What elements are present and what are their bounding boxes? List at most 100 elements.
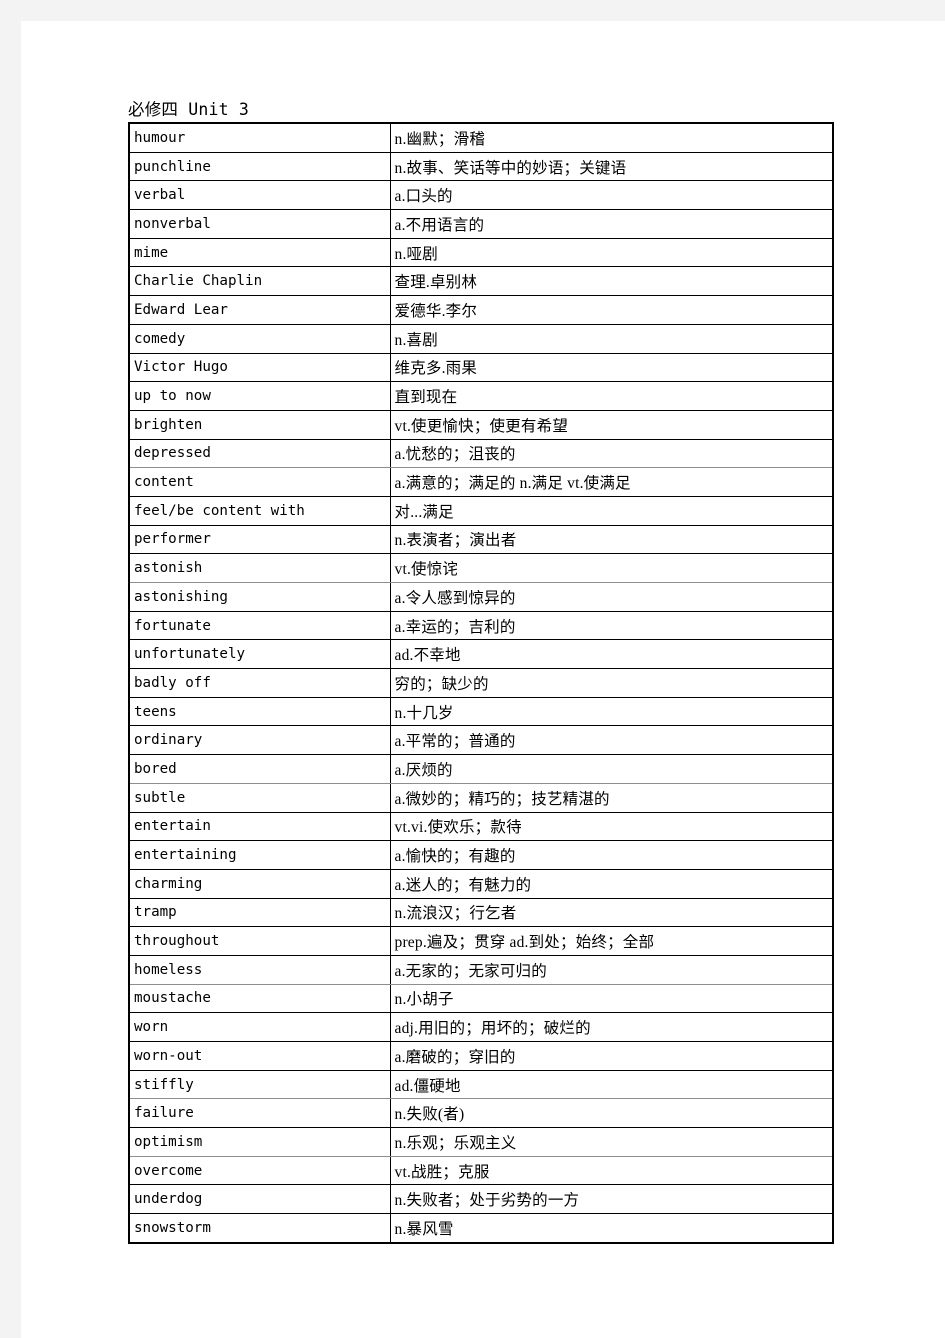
word-cell: stiffly [129, 1070, 391, 1100]
table-row: mime n.哑剧 [129, 238, 833, 268]
table-row: subtle a.微妙的；精巧的；技艺精湛的 [129, 783, 833, 813]
definition-cell: 对...满足 [390, 496, 833, 526]
table-row: verbal a.口头的 [129, 180, 833, 211]
word-cell: moustache [129, 984, 391, 1014]
definition-cell: 爱德华.李尔 [390, 295, 833, 325]
table-row: throughout prep.遍及；贯穿 ad.到处；始终；全部 [129, 926, 833, 956]
table-row: ordinary a.平常的；普通的 [129, 725, 833, 756]
definition-cell: n.流浪汉；行乞者 [390, 898, 833, 928]
table-row: punchline n.故事、笑话等中的妙语；关键语 [129, 152, 833, 182]
definition-cell: vt.战胜；克服 [390, 1156, 833, 1186]
definition-cell: ad.不幸地 [390, 639, 833, 670]
word-cell: comedy [129, 324, 391, 354]
table-row: Victor Hugo 维克多.雨果 [129, 353, 833, 383]
word-cell: up to now [129, 381, 391, 411]
table-row: entertaining a.愉快的；有趣的 [129, 840, 833, 870]
table-row: unfortunately ad.不幸地 [129, 639, 833, 670]
table-row: worn adj.用旧的；用坏的；破烂的 [129, 1012, 833, 1042]
word-cell: underdog [129, 1184, 391, 1215]
definition-cell: 穷的；缺少的 [390, 668, 833, 698]
word-cell: content [129, 467, 391, 497]
definition-cell: 维克多.雨果 [390, 353, 833, 383]
word-cell: astonish [129, 553, 391, 583]
definition-cell: prep.遍及；贯穿 ad.到处；始终；全部 [390, 926, 833, 956]
word-cell: overcome [129, 1156, 391, 1186]
word-cell: optimism [129, 1127, 391, 1157]
table-row: bored a.厌烦的 [129, 754, 833, 784]
table-row: astonishing a.令人感到惊异的 [129, 582, 833, 612]
definition-cell: n.十几岁 [390, 697, 833, 727]
table-row: charming a.迷人的；有魅力的 [129, 869, 833, 899]
word-cell: depressed [129, 439, 391, 469]
definition-cell: vt.vi.使欢乐；款待 [390, 812, 833, 842]
table-row: optimism n.乐观；乐观主义 [129, 1127, 833, 1157]
table-row: Edward Lear 爱德华.李尔 [129, 295, 833, 325]
word-cell: Charlie Chaplin [129, 266, 391, 297]
table-row: tramp n.流浪汉；行乞者 [129, 898, 833, 928]
document-page: 必修四 Unit 3 humour n.幽默；滑稽 punchline n.故事、笑话… [21, 21, 945, 1338]
table-row: comedy n.喜剧 [129, 324, 833, 354]
definition-cell: a.令人感到惊异的 [390, 582, 833, 612]
definition-cell: n.表演者；演出者 [390, 525, 833, 555]
definition-cell: a.磨破的；穿旧的 [390, 1041, 833, 1071]
definition-cell: n.乐观；乐观主义 [390, 1127, 833, 1157]
table-row: moustache n.小胡子 [129, 984, 833, 1014]
definition-cell: a.不用语言的 [390, 209, 833, 239]
word-cell: failure [129, 1098, 391, 1129]
definition-cell: n.故事、笑话等中的妙语；关键语 [390, 152, 833, 182]
definition-cell: a.平常的；普通的 [390, 725, 833, 756]
definition-cell: a.幸运的；吉利的 [390, 611, 833, 641]
table-row: underdog n.失败者；处于劣势的一方 [129, 1184, 833, 1215]
definition-cell: vt.使更愉快；使更有希望 [390, 410, 833, 440]
table-row: homeless a.无家的；无家可归的 [129, 955, 833, 985]
word-cell: punchline [129, 152, 391, 182]
word-cell: nonverbal [129, 209, 391, 239]
definition-cell: n.幽默；滑稽 [390, 123, 833, 153]
word-cell: fortunate [129, 611, 391, 641]
table-row: snowstorm n.暴风雪 [129, 1213, 833, 1243]
word-cell: Victor Hugo [129, 353, 391, 383]
vocabulary-table: humour n.幽默；滑稽 punchline n.故事、笑话等中的妙语；关键语 ve… [128, 122, 834, 1244]
table-row: entertain vt.vi.使欢乐；款待 [129, 812, 833, 842]
definition-cell: a.厌烦的 [390, 754, 833, 784]
word-cell: homeless [129, 955, 391, 985]
word-cell: ordinary [129, 725, 391, 756]
definition-cell: a.无家的；无家可归的 [390, 955, 833, 985]
word-cell: bored [129, 754, 391, 784]
word-cell: snowstorm [129, 1213, 391, 1243]
table-row: overcome vt.战胜；克服 [129, 1156, 833, 1186]
word-cell: entertaining [129, 840, 391, 870]
word-cell: charming [129, 869, 391, 899]
word-cell: feel/be content with [129, 496, 391, 526]
definition-cell: adj.用旧的；用坏的；破烂的 [390, 1012, 833, 1042]
word-cell: astonishing [129, 582, 391, 612]
definition-cell: 查理.卓别林 [390, 266, 833, 297]
word-cell: verbal [129, 180, 391, 211]
definition-cell: a.口头的 [390, 180, 833, 211]
word-cell: unfortunately [129, 639, 391, 670]
definition-cell: n.暴风雪 [394, 1220, 454, 1238]
word-cell: brighten [129, 410, 391, 440]
word-cell: subtle [129, 783, 391, 813]
definition-cell: ad.僵硬地 [390, 1070, 833, 1100]
word-cell: tramp [129, 898, 391, 928]
definition-cell: a.微妙的；精巧的；技艺精湛的 [390, 783, 833, 813]
table-row: nonverbal a.不用语言的 [129, 209, 833, 239]
table-row: Charlie Chaplin 查理.卓别林 [129, 266, 833, 297]
definition-cell: a.满意的；满足的 n.满足 vt.使满足 [390, 467, 833, 497]
table-row: fortunate a.幸运的；吉利的 [129, 611, 833, 641]
word-cell: badly off [129, 668, 391, 698]
word-cell: entertain [129, 812, 391, 842]
definition-cell: 直到现在 [390, 381, 833, 411]
definition-cell: n.失败者；处于劣势的一方 [390, 1184, 833, 1215]
table-row: worn-out a.磨破的；穿旧的 [129, 1041, 833, 1071]
word-cell: mime [129, 238, 391, 268]
word-cell: Edward Lear [129, 295, 391, 325]
table-row: brighten vt.使更愉快；使更有希望 [129, 410, 833, 440]
definition-cell: n.小胡子 [390, 984, 833, 1014]
vocabulary-table-body: humour n.幽默；滑稽 punchline n.故事、笑话等中的妙语；关键语 ve… [129, 123, 833, 1243]
page-title: 必修四 Unit 3 [128, 100, 250, 119]
word-cell: performer [129, 525, 391, 555]
table-row: performer n.表演者；演出者 [129, 525, 833, 555]
definition-cell: a.愉快的；有趣的 [390, 840, 833, 870]
